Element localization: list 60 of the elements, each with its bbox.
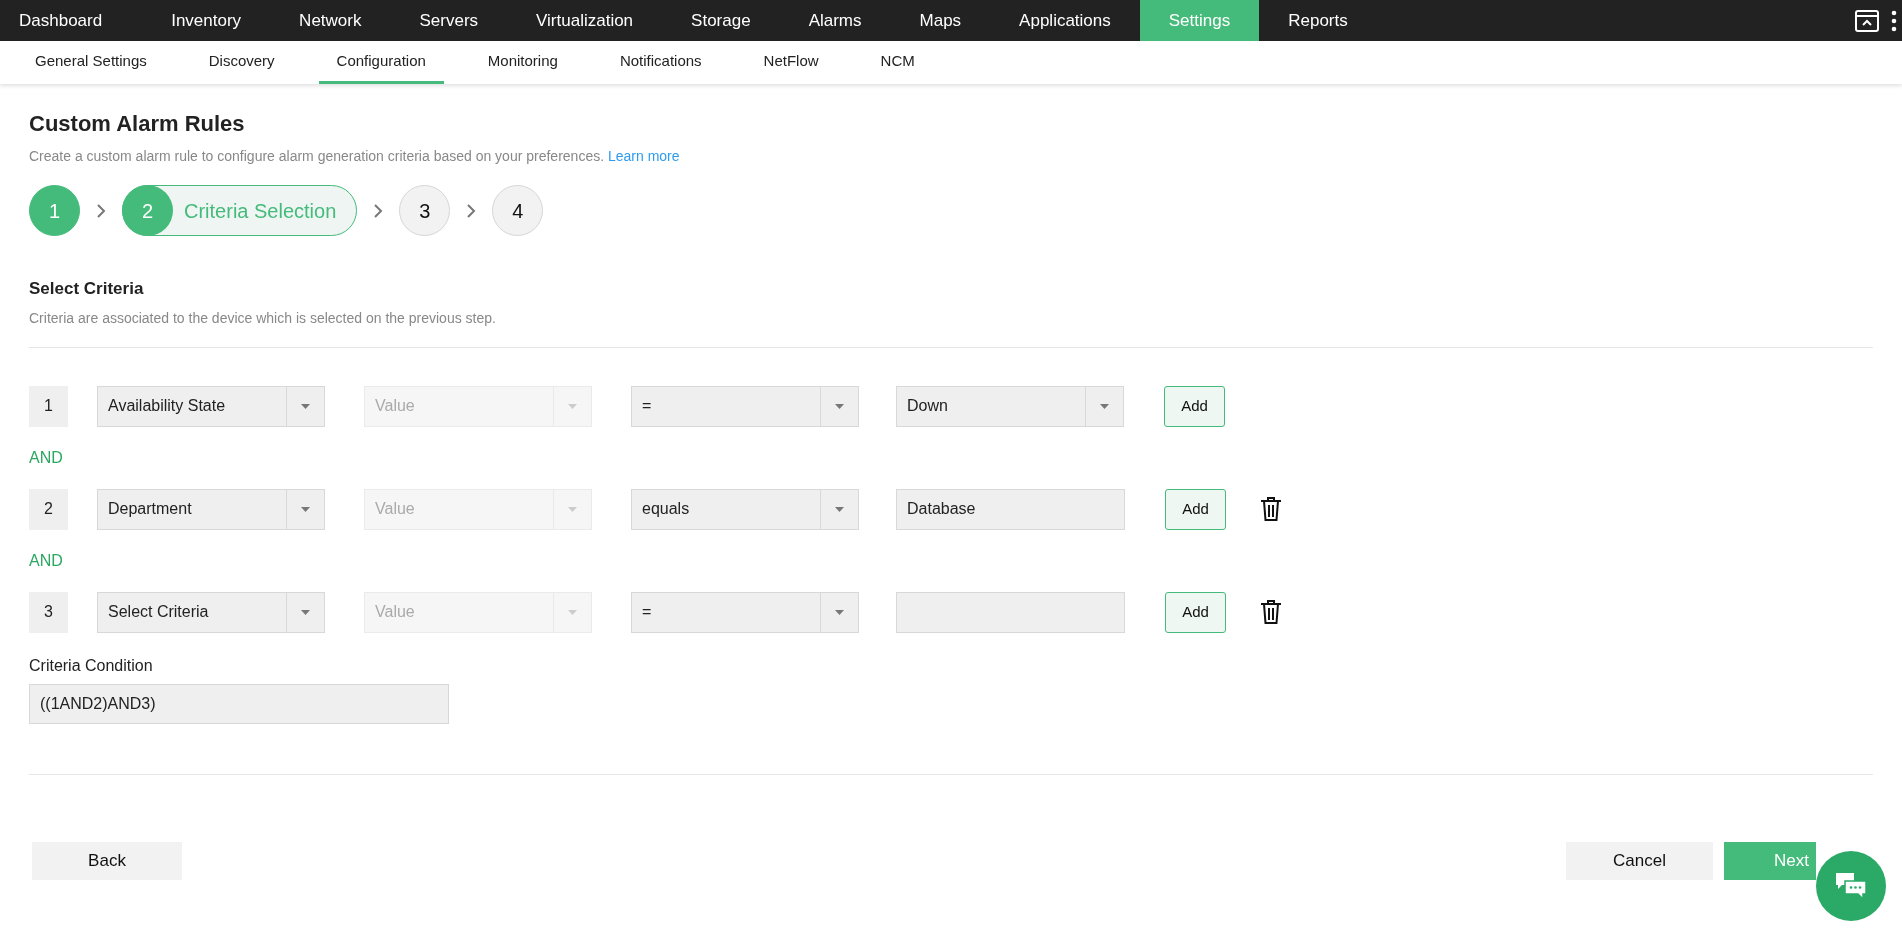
caret-icon <box>568 506 577 512</box>
sub-nav-tab[interactable]: Monitoring <box>469 41 576 84</box>
sub-nav-tab[interactable]: NetFlow <box>745 41 837 84</box>
row-number: 3 <box>29 591 68 633</box>
sub-nav-tab[interactable]: General Settings <box>17 41 165 84</box>
caret-icon <box>835 506 844 512</box>
chevron-right-icon <box>373 202 384 219</box>
sub-nav-tab[interactable]: Configuration <box>318 41 444 84</box>
nav-tab[interactable]: Reports <box>1259 0 1377 41</box>
sub-nav-tab[interactable]: Notifications <box>601 41 720 84</box>
nav-tab[interactable]: Alarms <box>779 0 891 41</box>
section-description: Criteria are associated to the device which is selected on the previous step. <box>29 308 497 328</box>
value-field[interactable] <box>896 591 1125 633</box>
add-button[interactable]: Add <box>1165 488 1226 530</box>
page-title: Custom Alarm Rules <box>29 110 246 138</box>
criteria-dropdown[interactable]: Availability State <box>97 385 325 427</box>
value-dropdown[interactable]: Down <box>896 385 1124 427</box>
caret-icon <box>835 609 844 615</box>
condition-field[interactable]: ((1AND2)AND3) <box>29 683 449 724</box>
operator-dropdown[interactable]: = <box>631 385 859 427</box>
page-description: Create a custom alarm rule to configure alarm generation criteria based on your preferences. <box>29 148 605 164</box>
caret-icon <box>301 506 310 512</box>
add-button[interactable]: Add <box>1165 591 1226 633</box>
chevron-right-icon <box>96 202 106 219</box>
condition-label: Criteria Condition <box>29 655 154 676</box>
caret-icon <box>568 403 577 409</box>
value-field[interactable]: Database <box>896 488 1125 530</box>
trash-icon[interactable] <box>1260 599 1282 625</box>
caret-icon <box>835 403 844 409</box>
section-title: Select Criteria <box>29 278 145 300</box>
and-connector: AND <box>29 447 64 468</box>
caret-icon <box>1100 403 1109 409</box>
nav-tab[interactable]: Storage <box>662 0 780 41</box>
nav-tab[interactable]: Virtualization <box>507 0 663 41</box>
nav-tab[interactable]: Dashboard <box>0 0 143 41</box>
add-button[interactable]: Add <box>1164 385 1225 427</box>
sub-nav-tab[interactable]: Discovery <box>190 41 293 84</box>
nav-tab[interactable]: Maps <box>890 0 991 41</box>
operator-dropdown[interactable]: = <box>631 591 859 633</box>
trash-icon[interactable] <box>1260 496 1282 522</box>
caret-icon <box>301 403 310 409</box>
row-number: 1 <box>29 385 68 427</box>
criteria-dropdown[interactable]: Department <box>97 488 325 530</box>
caret-icon <box>568 609 577 615</box>
sub-nav-tab[interactable]: NCM <box>862 41 933 84</box>
nav-tab[interactable]: Servers <box>390 0 508 41</box>
and-connector: AND <box>29 550 64 571</box>
nav-tab[interactable]: Inventory <box>142 0 271 41</box>
row-number: 2 <box>29 488 68 530</box>
more-options-icon[interactable] <box>1891 9 1897 32</box>
chevron-right-icon <box>466 202 477 219</box>
cancel-button[interactable]: Cancel <box>1566 841 1713 880</box>
operator-dropdown[interactable]: equals <box>631 488 859 530</box>
nav-tab[interactable]: Applications <box>990 0 1140 41</box>
window-icon[interactable] <box>1855 9 1879 32</box>
criteria-dropdown[interactable]: Select Criteria <box>97 591 325 633</box>
caret-icon <box>301 609 310 615</box>
back-button[interactable]: Back <box>32 841 182 880</box>
nav-tab[interactable]: Network <box>270 0 391 41</box>
step-pill: 2 Criteria Selection <box>122 185 358 236</box>
